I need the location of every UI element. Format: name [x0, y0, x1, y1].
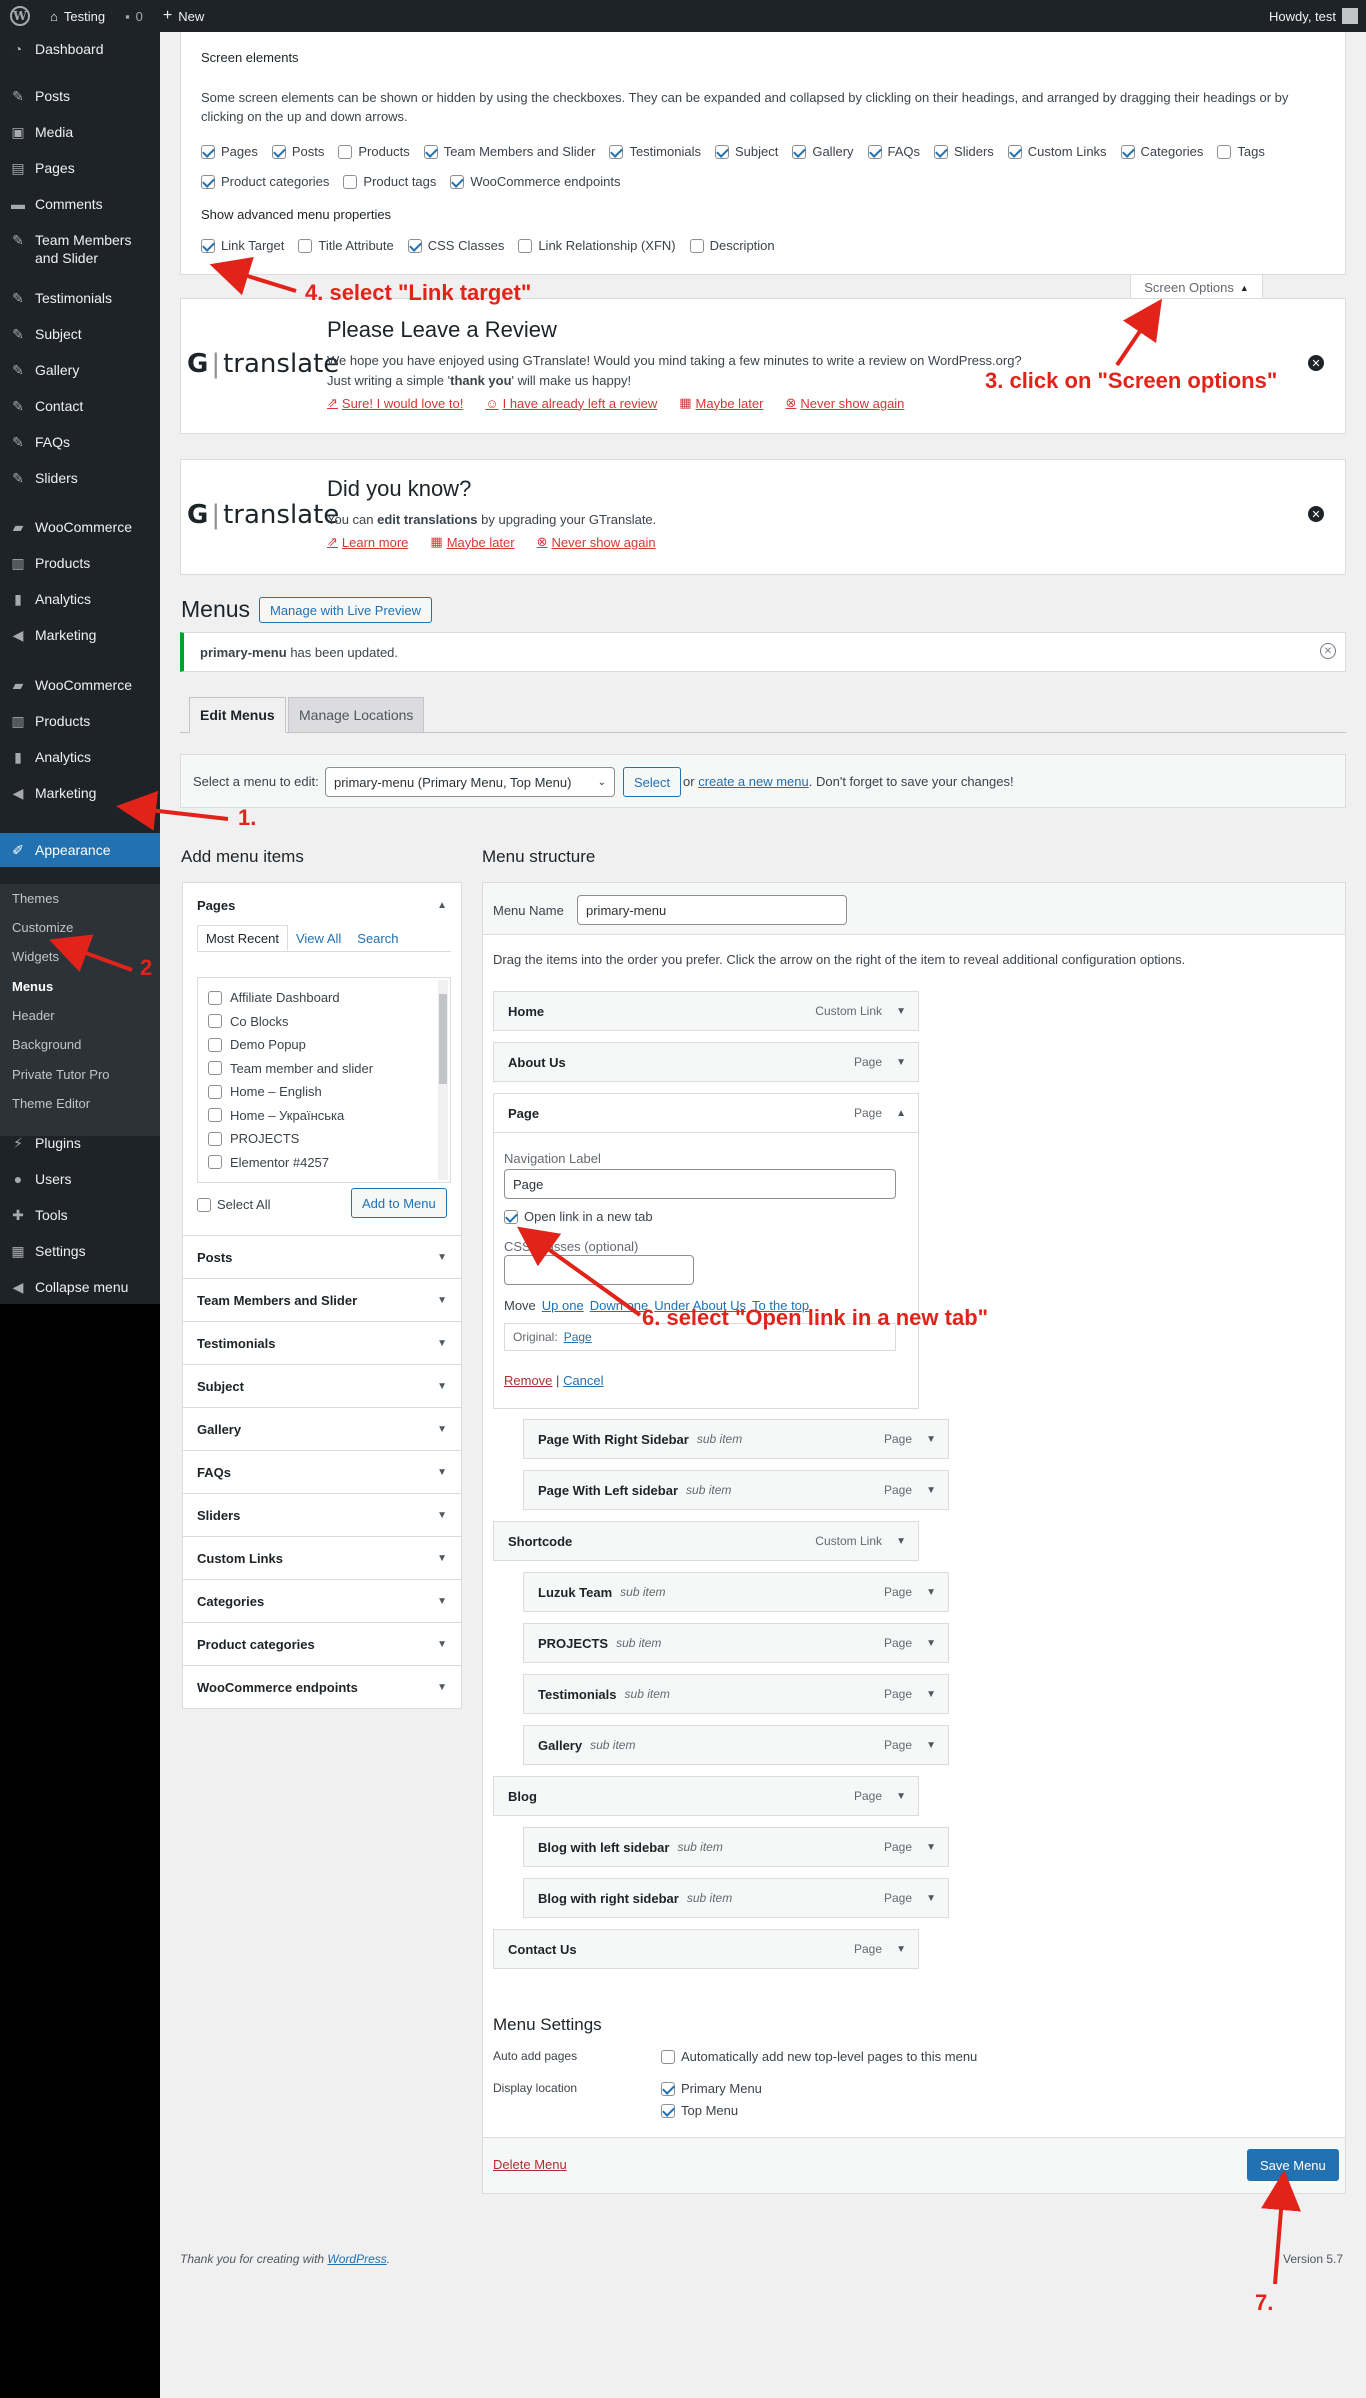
home-icon: ⌂	[50, 8, 58, 24]
arrow-4	[209, 256, 297, 296]
wp-logo-menu[interactable]: W	[0, 0, 40, 32]
arrow-7	[1261, 2170, 1301, 2285]
annotation-arrows	[48, 256, 1301, 2285]
arrow-6	[517, 1226, 642, 1317]
comments-link[interactable]: ▪ 0	[115, 0, 153, 32]
comment-bubble-icon: ▪	[125, 8, 130, 24]
arrow-2	[48, 934, 133, 973]
avatar	[1342, 8, 1358, 24]
arrow-1	[116, 790, 229, 831]
my-account-menu[interactable]: Howdy, test	[1269, 8, 1366, 24]
wordpress-logo-icon: W	[10, 6, 30, 26]
site-name-link[interactable]: ⌂ Testing	[40, 0, 115, 32]
arrow-3	[1115, 298, 1162, 367]
new-content-link[interactable]: + New	[153, 0, 214, 32]
plus-icon: +	[162, 7, 173, 24]
admin-bar: W ⌂ Testing ▪ 0 + New Howdy, test	[0, 0, 1366, 32]
